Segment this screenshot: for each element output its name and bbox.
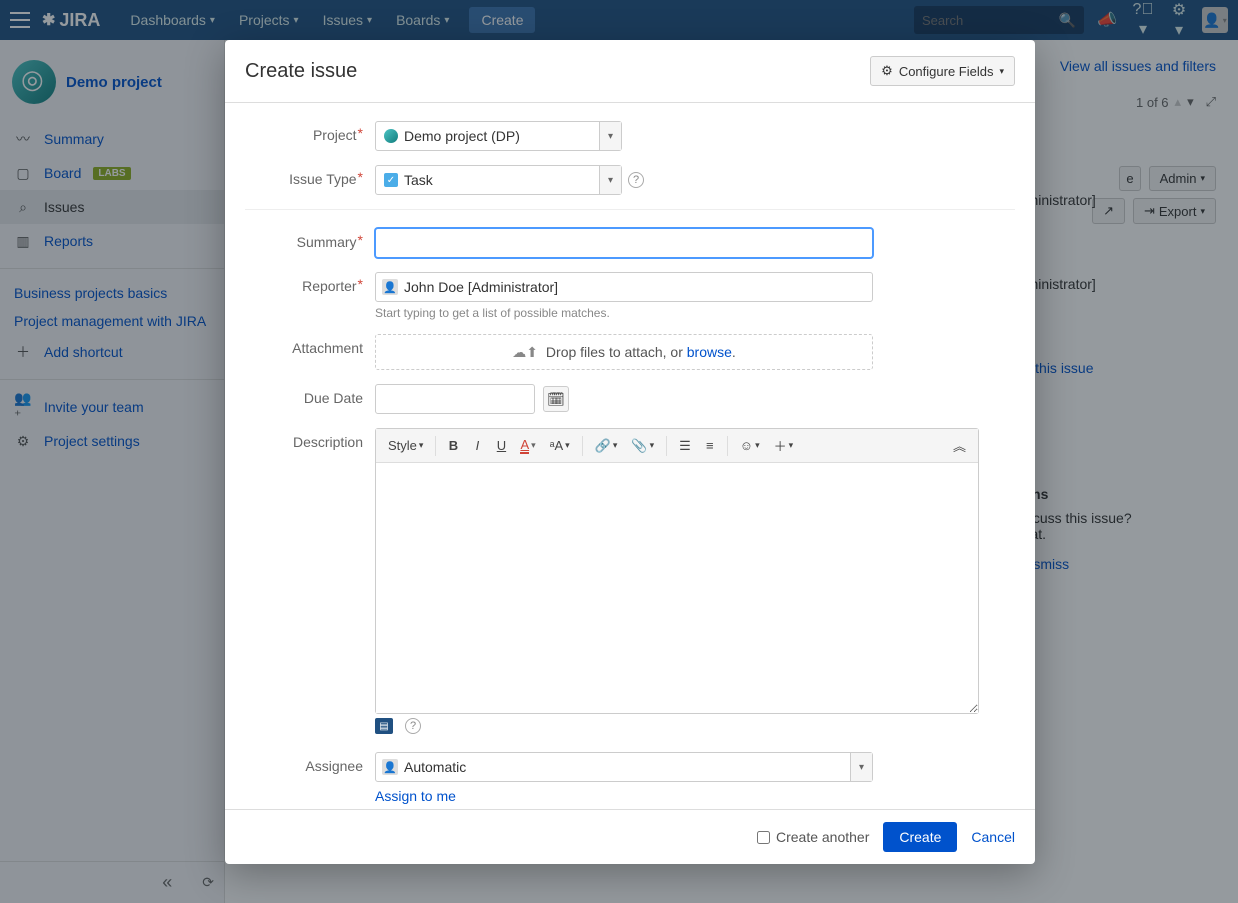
task-icon: ✓ xyxy=(384,173,398,187)
label-issue-type: Issue Type xyxy=(245,165,375,187)
number-list-button[interactable]: ≡ xyxy=(699,434,721,457)
issue-type-select[interactable]: ✓Task ▾ xyxy=(375,165,622,195)
assignee-select[interactable]: 👤Automatic ▾ xyxy=(375,752,873,782)
label-project: Project xyxy=(245,121,375,143)
create-another-input[interactable] xyxy=(757,831,770,844)
label-due-date: Due Date xyxy=(245,384,375,406)
bullet-list-button[interactable]: ☰ xyxy=(673,434,697,458)
modal-title: Create issue xyxy=(245,60,357,83)
chevron-down-icon: ▾ xyxy=(999,66,1004,77)
text-color-button[interactable]: A ▾ xyxy=(514,433,541,458)
configure-fields-button[interactable]: ⚙ Configure Fields ▾ xyxy=(870,56,1015,86)
assign-to-me-link[interactable]: Assign to me xyxy=(375,788,456,804)
emoji-button[interactable]: ☺ ▾ xyxy=(734,434,766,457)
chevron-down-icon[interactable]: ▾ xyxy=(599,122,621,150)
reporter-hint: Start typing to get a list of possible m… xyxy=(375,306,1015,320)
label-reporter: Reporter xyxy=(245,272,375,294)
create-issue-modal: Create issue ⚙ Configure Fields ▾ Projec… xyxy=(225,40,1035,864)
label-description: Description xyxy=(245,428,375,450)
editor-toolbar: Style ▾ B I U A ▾ ᵃA ▾ 🔗 ▾ 📎 ▾ ☰ ≡ xyxy=(376,429,978,463)
description-textarea[interactable] xyxy=(376,463,978,713)
reporter-input[interactable]: 👤 John Doe [Administrator] xyxy=(375,272,873,302)
description-editor: Style ▾ B I U A ▾ ᵃA ▾ 🔗 ▾ 📎 ▾ ☰ ≡ xyxy=(375,428,979,714)
collapse-toolbar-icon[interactable]: ︽ xyxy=(947,432,972,459)
italic-button[interactable]: I xyxy=(466,434,488,457)
user-icon: 👤 xyxy=(382,759,398,775)
label-attachment: Attachment xyxy=(245,334,375,356)
link-button[interactable]: 🔗 ▾ xyxy=(589,434,624,458)
style-dropdown[interactable]: Style ▾ xyxy=(382,434,429,457)
clear-format-button[interactable]: ᵃA ▾ xyxy=(544,434,576,457)
visual-tab-icon[interactable]: ▤ xyxy=(375,718,393,734)
gear-icon: ⚙ xyxy=(881,63,893,79)
upload-icon: ☁⬆ xyxy=(512,344,538,361)
label-summary: Summary xyxy=(245,228,375,250)
create-another-checkbox[interactable]: Create another xyxy=(757,829,869,845)
user-icon: 👤 xyxy=(382,279,398,295)
calendar-button[interactable]: 🗓 xyxy=(543,386,569,412)
help-icon[interactable]: ? xyxy=(628,172,644,188)
attach-button[interactable]: 📎 ▾ xyxy=(625,434,660,458)
cancel-link[interactable]: Cancel xyxy=(971,829,1015,845)
project-sel-icon xyxy=(384,129,398,143)
calendar-icon: 🗓 xyxy=(547,391,565,408)
browse-link[interactable]: browse xyxy=(687,344,732,360)
more-button[interactable]: ＋ ▾ xyxy=(768,432,800,459)
underline-button[interactable]: U xyxy=(490,434,512,457)
summary-input[interactable] xyxy=(375,228,873,258)
chevron-down-icon[interactable]: ▾ xyxy=(599,166,621,194)
label-assignee: Assignee xyxy=(245,752,375,774)
chevron-down-icon[interactable]: ▾ xyxy=(850,753,872,781)
help-icon[interactable]: ? xyxy=(405,718,421,734)
project-select[interactable]: Demo project (DP) ▾ xyxy=(375,121,622,151)
bold-button[interactable]: B xyxy=(442,434,464,457)
attachment-dropzone[interactable]: ☁⬆ Drop files to attach, or browse. xyxy=(375,334,873,370)
create-button[interactable]: Create xyxy=(883,822,957,852)
due-date-input[interactable] xyxy=(375,384,535,414)
